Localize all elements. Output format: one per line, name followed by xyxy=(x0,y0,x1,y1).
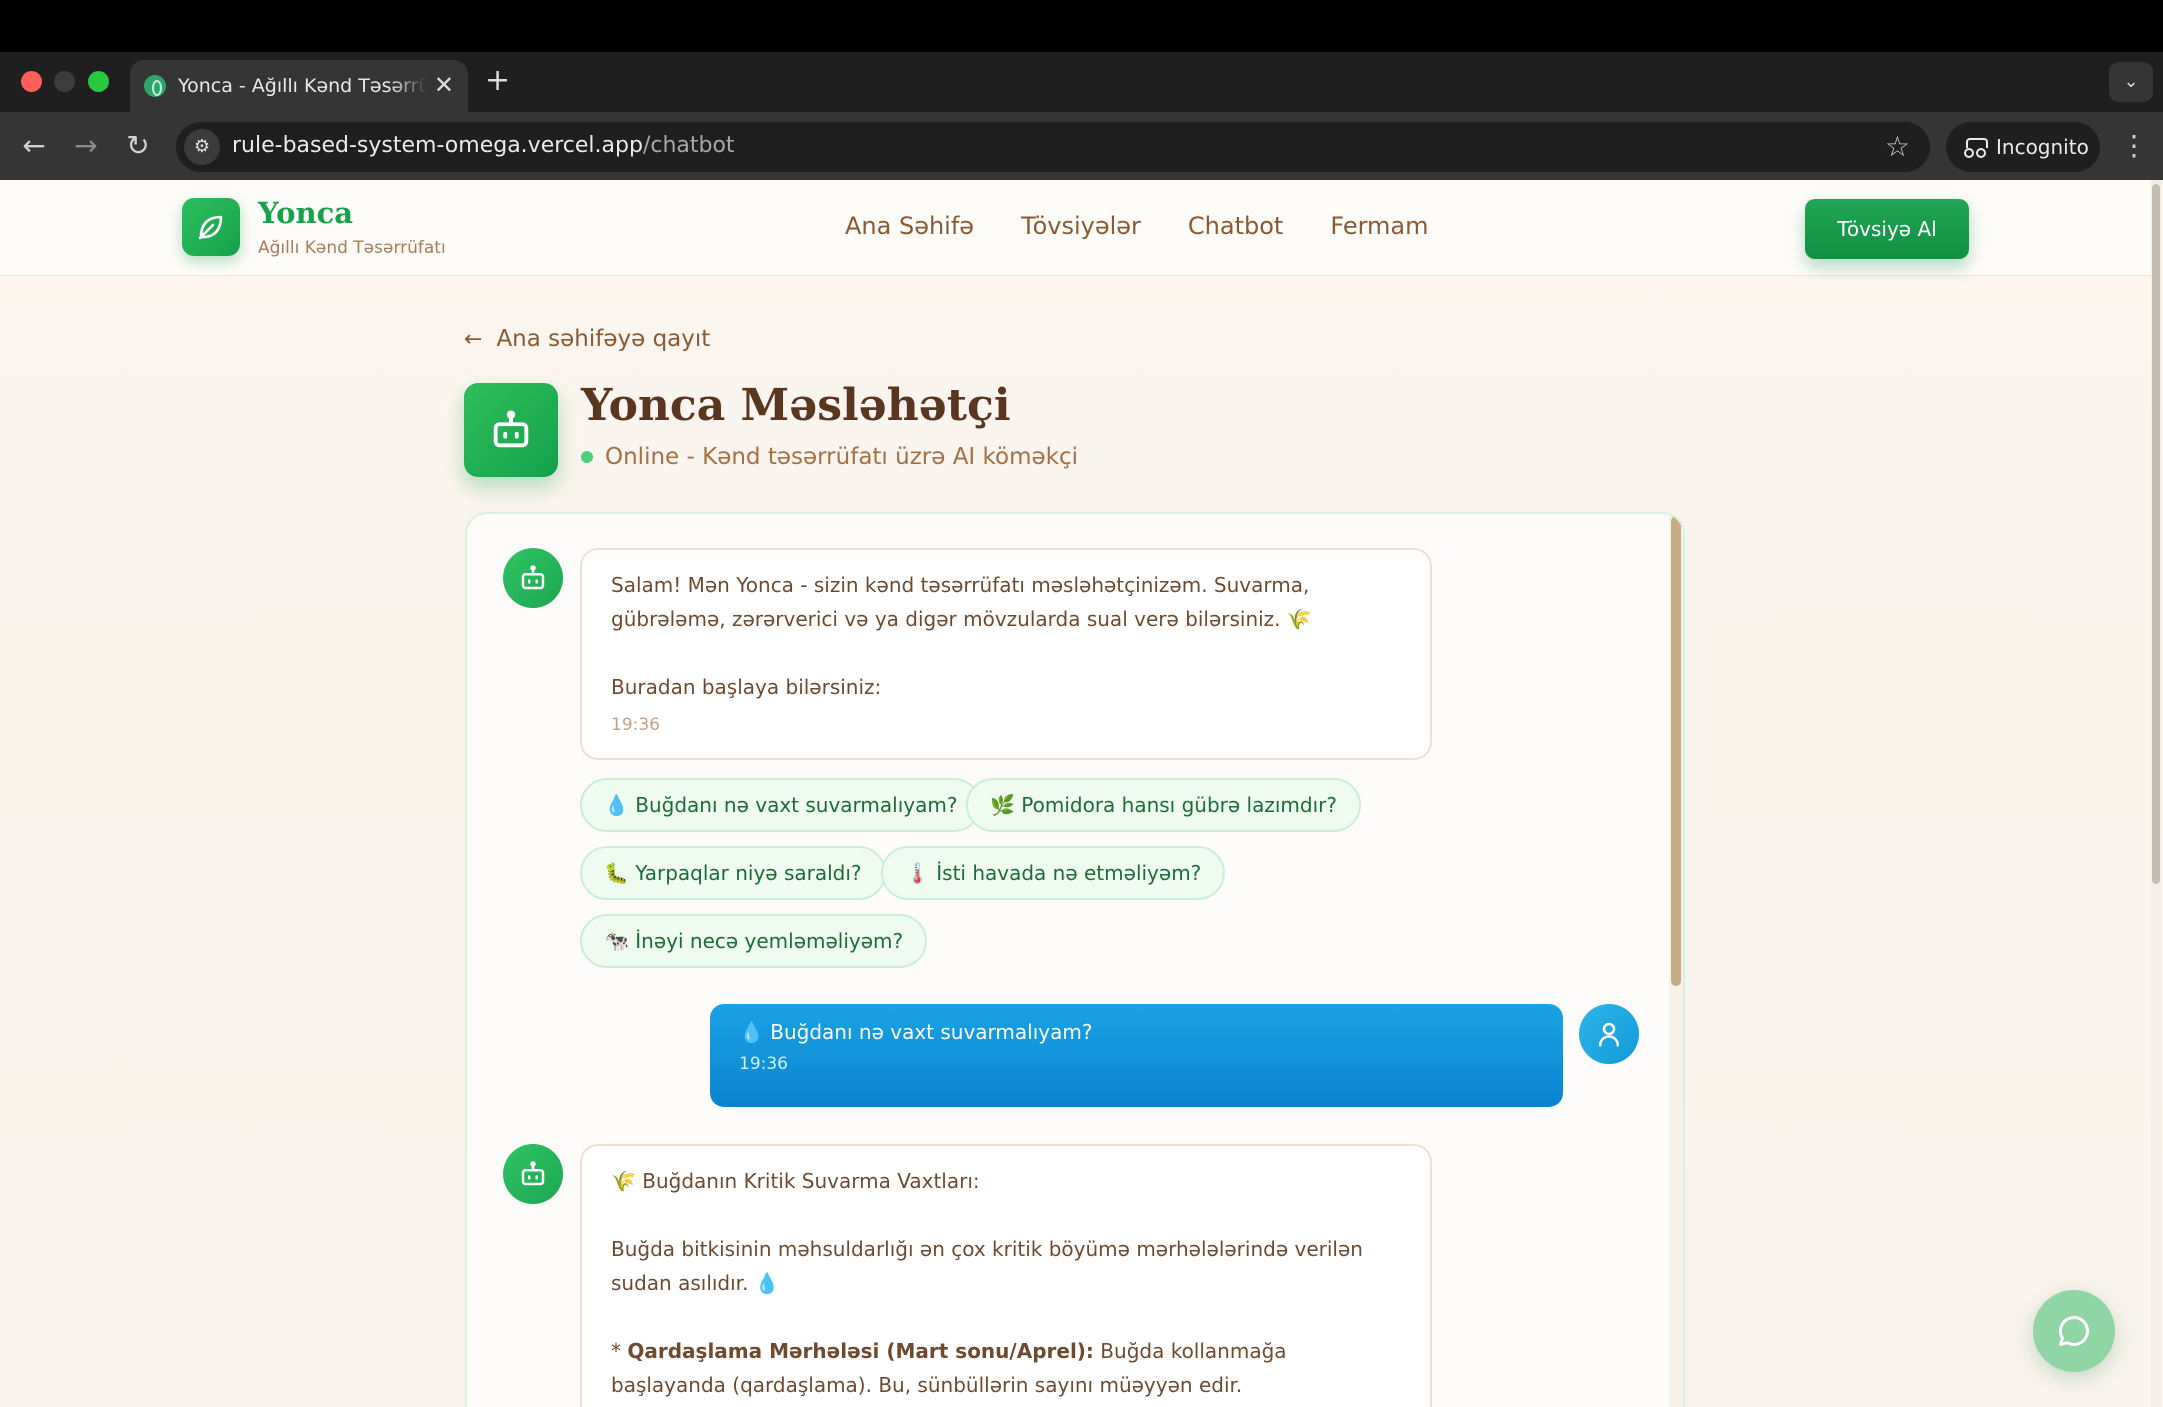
tab-close-icon[interactable]: ✕ xyxy=(434,72,454,98)
suggestion-chip[interactable]: 🌡️ İsti havada nə etməliyəm? xyxy=(881,846,1226,900)
chat-panel[interactable]: Salam! Mən Yonca - sizin kənd təsərrüfat… xyxy=(465,512,1685,1407)
reload-icon[interactable]: ↻ xyxy=(116,124,160,168)
incognito-label: Incognito xyxy=(1996,135,2089,159)
chat-scrollbar-thumb[interactable] xyxy=(1671,516,1681,986)
arrow-left-icon: ← xyxy=(464,327,483,352)
browser-toolbar: ← → ↻ ⚙ rule-based-system-omega.vercel.a… xyxy=(0,112,2163,180)
bot-avatar-icon xyxy=(503,548,563,608)
user-message: 💧 Buğdanı nə vaxt suvarmalıyam? 19:36 xyxy=(710,1004,1563,1107)
url-text[interactable]: rule-based-system-omega.vercel.app/chatb… xyxy=(232,133,735,158)
back-arrow-icon[interactable]: ← xyxy=(12,124,56,168)
bot-avatar-icon xyxy=(503,1144,563,1204)
user-message-text: 💧 Buğdanı nə vaxt suvarmalıyam? xyxy=(739,1020,1093,1044)
browser-tab-active[interactable]: Yonca - Ağıllı Kənd Təsərrüfatı ✕ xyxy=(130,60,468,112)
brand-tagline: Ağıllı Kənd Təsərrüfatı xyxy=(258,238,446,258)
message-timestamp: 19:36 xyxy=(739,1054,788,1074)
page-scrollbar[interactable] xyxy=(2151,180,2161,1407)
suggestion-chip[interactable]: 🌿 Pomidora hansı gübrə lazımdır? xyxy=(966,778,1361,832)
window-maximize-button[interactable] xyxy=(88,71,109,92)
tab-title: Yonca - Ağıllı Kənd Təsərrüfatı xyxy=(178,75,428,97)
nav-link-chatbot[interactable]: Chatbot xyxy=(1188,212,1283,240)
suggestion-chip[interactable]: 💧 Buğdanı nə vaxt suvarmalıyam? xyxy=(580,778,982,832)
bullet-prefix: * xyxy=(611,1339,628,1363)
incognito-indicator[interactable]: Incognito xyxy=(1946,122,2100,172)
brand-name[interactable]: Yonca xyxy=(258,196,353,230)
bookmark-star-icon[interactable]: ☆ xyxy=(1885,129,1910,165)
bot-message-welcome: Salam! Mən Yonca - sizin kənd təsərrüfat… xyxy=(580,548,1432,760)
url-path: /chatbot xyxy=(642,133,735,158)
tab-strip: Yonca - Ağıllı Kənd Təsərrüfatı ✕ + ⌄ xyxy=(0,52,2163,112)
nav-link-home[interactable]: Ana Səhifə xyxy=(845,212,974,240)
site-header: Yonca Ağıllı Kənd Təsərrüfatı Ana Səhifə… xyxy=(0,180,2151,276)
bot-message-reply: 🌾 Buğdanın Kritik Suvarma Vaxtları: Buğd… xyxy=(580,1144,1432,1407)
browser-menu-icon[interactable]: ⋮ xyxy=(2119,124,2149,168)
site-settings-icon[interactable]: ⚙ xyxy=(184,129,220,165)
page-title: Yonca Məsləhətçi xyxy=(581,380,1011,431)
reply-intro: Buğda bitkisinin məhsuldarlığı ən çox kr… xyxy=(611,1237,1363,1295)
online-dot-icon xyxy=(581,451,593,463)
chat-scrollbar[interactable] xyxy=(1669,514,1683,1407)
welcome-text: Salam! Mən Yonca - sizin kənd təsərrüfat… xyxy=(611,573,1312,631)
back-to-home-link[interactable]: ← Ana səhifəyə qayıt xyxy=(464,326,710,352)
window-minimize-button[interactable] xyxy=(54,71,75,92)
nav-link-my-farm[interactable]: Fermam xyxy=(1330,212,1428,240)
suggestion-chip[interactable]: 🐄 İnəyi necə yemləməliyəm? xyxy=(580,914,928,968)
address-bar[interactable]: ⚙ rule-based-system-omega.vercel.app/cha… xyxy=(176,122,1930,172)
screen-top-bar xyxy=(0,0,2163,52)
tab-favicon-icon xyxy=(144,75,166,97)
page-scrollbar-thumb[interactable] xyxy=(2152,184,2160,884)
status-text: Online - Kənd təsərrüfatı üzrə AI köməkç… xyxy=(605,444,1079,470)
suggestion-chip[interactable]: 🐛 Yarpaqlar niyə saraldı? xyxy=(580,846,886,900)
reply-bullet: * Qardaşlama Mərhələsi (Mart sonu/Aprel)… xyxy=(611,1334,1401,1402)
tab-search-dropdown-icon[interactable]: ⌄ xyxy=(2109,62,2153,102)
message-timestamp: 19:36 xyxy=(611,715,660,735)
leaf-logo-icon[interactable] xyxy=(182,198,240,256)
welcome-start-hint: Buradan başlaya bilərsiniz: xyxy=(611,675,882,699)
bullet-strong: Qardaşlama Mərhələsi (Mart sonu/Aprel): xyxy=(627,1339,1094,1363)
back-link-label: Ana səhifəyə qayıt xyxy=(496,326,711,352)
bot-avatar-large-icon xyxy=(464,383,558,477)
incognito-icon xyxy=(1964,138,1988,158)
url-host: rule-based-system-omega.vercel.app xyxy=(232,133,643,158)
reply-heading: 🌾 Buğdanın Kritik Suvarma Vaxtları: xyxy=(611,1169,980,1193)
page-viewport: Yonca Ağıllı Kənd Təsərrüfatı Ana Səhifə… xyxy=(0,180,2163,1407)
window-close-button[interactable] xyxy=(21,71,42,92)
user-avatar-icon xyxy=(1579,1004,1639,1064)
get-recommendation-button[interactable]: Tövsiyə Al xyxy=(1805,199,1969,259)
forward-arrow-icon[interactable]: → xyxy=(64,124,108,168)
main-nav: Ana Səhifə Tövsiyələr Chatbot Fermam xyxy=(845,212,1429,240)
nav-link-recommendations[interactable]: Tövsiyələr xyxy=(1021,212,1141,240)
chat-bubble-icon[interactable] xyxy=(2033,1290,2115,1372)
bot-status: Online - Kənd təsərrüfatı üzrə AI köməkç… xyxy=(581,444,1078,470)
new-tab-button[interactable]: + xyxy=(485,64,510,98)
